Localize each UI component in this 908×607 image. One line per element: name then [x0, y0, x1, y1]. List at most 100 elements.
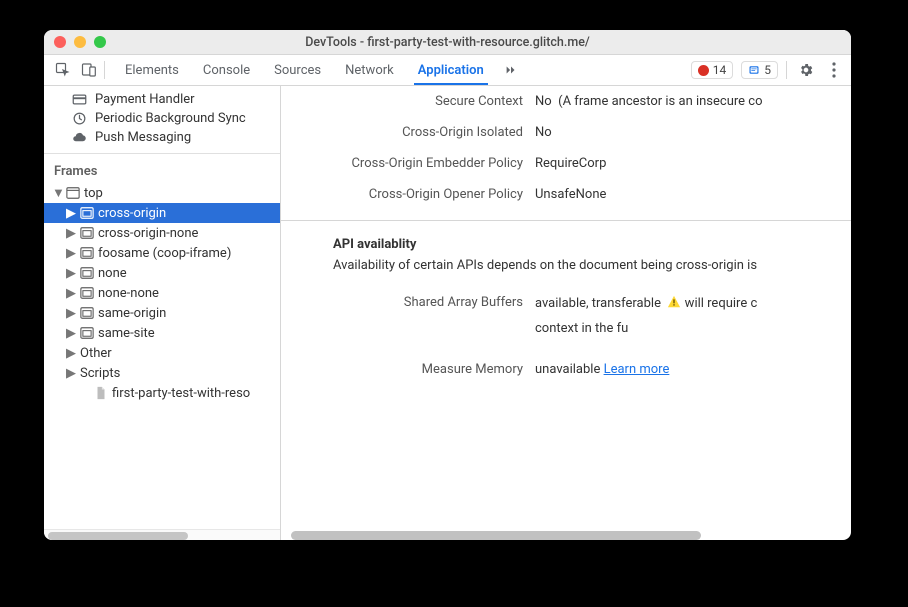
disclosure-triangle-icon[interactable]: ▶ [66, 326, 76, 341]
scrollbar-thumb[interactable] [48, 532, 188, 540]
tree-label: top [84, 186, 103, 201]
sidebar-item-periodic-background-sync[interactable]: Periodic Background Sync [44, 109, 280, 128]
iframe-icon [80, 246, 94, 260]
disclosure-triangle-icon[interactable]: ▶ [66, 346, 76, 361]
window-maximize-button[interactable] [94, 36, 106, 48]
devtools-toolbar: Elements Console Sources Network Applica… [44, 55, 851, 86]
warning-icon [667, 295, 681, 309]
window-close-button[interactable] [54, 36, 66, 48]
tab-more[interactable] [496, 55, 526, 85]
row-label: Measure Memory [281, 362, 535, 377]
sab-warning-line2: context in the fu [535, 321, 851, 336]
errors-badge[interactable]: 14 [691, 61, 734, 79]
tab-application[interactable]: Application [406, 55, 496, 85]
row-value: No (A frame ancestor is an insecure co [535, 94, 851, 109]
secure-context-value: No [535, 94, 552, 109]
frames-tree-resource[interactable]: first-party-test-with-reso [44, 383, 280, 403]
scrollbar-thumb[interactable] [291, 531, 701, 540]
tab-network[interactable]: Network [333, 55, 406, 85]
disclosure-triangle-icon[interactable]: ▶ [66, 306, 76, 321]
toggle-device-toolbar-button[interactable] [76, 56, 102, 84]
sidebar-item-label: Periodic Background Sync [95, 111, 246, 126]
tab-label: Elements [125, 63, 179, 78]
disclosure-triangle-icon[interactable]: ▼ [52, 185, 62, 201]
sidebar-section-background: Payment Handler Periodic Background Sync… [44, 86, 280, 153]
sidebar-item-push-messaging[interactable]: Push Messaging [44, 128, 280, 147]
row-coep: Cross-Origin Embedder Policy RequireCorp [281, 148, 851, 179]
frames-tree: ▼ top ▶ cross-origin ▶ cross-origin-none [44, 183, 280, 529]
sidebar-item-payment-handler[interactable]: Payment Handler [44, 90, 280, 109]
row-value: UnsafeNone [535, 187, 851, 202]
panel-tabs: Elements Console Sources Network Applica… [113, 55, 526, 85]
frames-tree-item[interactable]: ▶ same-origin [44, 303, 280, 323]
api-availability-heading: API availablity [281, 221, 851, 258]
frames-tree-item[interactable]: ▶ foosame (coop-iframe) [44, 243, 280, 263]
row-value: RequireCorp [535, 156, 851, 171]
tab-label: Network [345, 63, 394, 78]
row-value: unavailable Learn more [535, 362, 851, 377]
gear-icon [798, 62, 814, 78]
iframe-icon [80, 206, 94, 220]
iframe-icon [80, 326, 94, 340]
row-label: Cross-Origin Opener Policy [281, 187, 535, 202]
tree-label: Other [80, 346, 112, 361]
sab-warning-line1: will require c [685, 296, 758, 311]
api-availability-description: Availability of certain APIs depends on … [281, 258, 851, 281]
tree-label: cross-origin [98, 206, 166, 221]
iframe-icon [80, 266, 94, 280]
credit-card-icon [72, 92, 87, 107]
iframe-icon [80, 226, 94, 240]
clock-icon [72, 111, 87, 126]
iframe-icon [80, 286, 94, 300]
frames-tree-item[interactable]: ▶ none-none [44, 283, 280, 303]
error-icon [698, 65, 709, 76]
tab-elements[interactable]: Elements [113, 55, 191, 85]
settings-button[interactable] [795, 56, 817, 84]
row-label: Cross-Origin Isolated [281, 125, 535, 140]
row-cross-origin-isolated: Cross-Origin Isolated No [281, 117, 851, 148]
inspect-element-button[interactable] [50, 56, 76, 84]
frames-tree-item[interactable]: ▶ cross-origin-none [44, 223, 280, 243]
tree-label: cross-origin-none [98, 226, 198, 241]
disclosure-triangle-icon[interactable]: ▶ [66, 366, 76, 381]
disclosure-triangle-icon[interactable]: ▶ [66, 226, 76, 241]
sidebar-item-label: Push Messaging [95, 130, 191, 145]
row-value: available, transferable will require c [535, 295, 851, 311]
frames-tree-item-cross-origin[interactable]: ▶ cross-origin [44, 203, 280, 223]
tree-label: same-site [98, 326, 155, 341]
content-horizontal-scrollbar[interactable] [281, 528, 851, 540]
more-vertical-icon [832, 62, 836, 78]
tab-console[interactable]: Console [191, 55, 262, 85]
disclosure-triangle-icon[interactable]: ▶ [66, 266, 76, 281]
issues-badge[interactable]: 5 [741, 61, 778, 79]
disclosure-triangle-icon[interactable]: ▶ [66, 246, 76, 261]
tree-label: foosame (coop-iframe) [98, 246, 231, 261]
kebab-menu-button[interactable] [825, 56, 843, 84]
devtools-window: DevTools - first-party-test-with-resourc… [44, 30, 851, 540]
tab-label: Application [418, 63, 484, 78]
tab-label: Console [203, 63, 250, 78]
window-title: DevTools - first-party-test-with-resourc… [44, 35, 851, 50]
sidebar-horizontal-scrollbar[interactable] [44, 529, 280, 540]
frames-tree-item-scripts[interactable]: ▶ Scripts [44, 363, 280, 383]
issues-icon [748, 64, 760, 76]
frames-tree-item[interactable]: ▶ same-site [44, 323, 280, 343]
row-secure-context: Secure Context No (A frame ancestor is a… [281, 86, 851, 117]
disclosure-triangle-icon[interactable]: ▶ [66, 286, 76, 301]
window-minimize-button[interactable] [74, 36, 86, 48]
frames-tree-item[interactable]: ▶ none [44, 263, 280, 283]
row-coop: Cross-Origin Opener Policy UnsafeNone [281, 179, 851, 210]
learn-more-link[interactable]: Learn more [604, 362, 670, 377]
frames-tree-item-other[interactable]: ▶ Other [44, 343, 280, 363]
window-controls [54, 36, 106, 48]
frames-tree-top[interactable]: ▼ top [44, 183, 280, 203]
tab-label: Sources [274, 63, 321, 78]
issues-count: 5 [764, 63, 771, 77]
tab-sources[interactable]: Sources [262, 55, 333, 85]
frame-detail-panel: Secure Context No (A frame ancestor is a… [281, 86, 851, 540]
disclosure-triangle-icon[interactable]: ▶ [66, 206, 76, 221]
secure-context-extra: (A frame ancestor is an insecure co [558, 94, 762, 109]
iframe-icon [80, 306, 94, 320]
tree-label: none-none [98, 286, 159, 301]
row-measure-memory: Measure Memory unavailable Learn more [281, 344, 851, 385]
